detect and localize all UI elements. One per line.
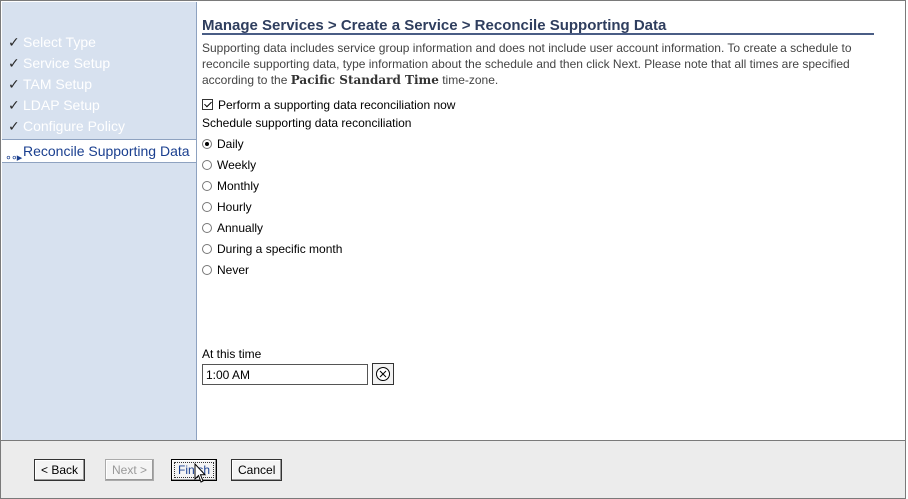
radio-option-annually[interactable]: Annually [202,217,902,238]
step-label: LDAP Setup [23,97,100,113]
page-description: Supporting data includes service group i… [202,40,902,88]
checkmark-icon: ✓ [8,118,20,134]
perform-now-checkbox[interactable] [202,99,213,110]
radio-button[interactable] [202,243,212,254]
checkmark-icon: ✓ [8,76,20,92]
step-label: Service Setup [23,55,111,71]
time-input[interactable] [202,364,368,385]
perform-now-row[interactable]: Perform a supporting data reconciliation… [202,94,902,115]
back-button[interactable]: < Back [34,459,86,481]
wizard-step-nav: ✓ Select Type ✓ Service Setup ✓ TAM Setu… [2,2,197,440]
radio-option-daily[interactable]: Daily [202,133,902,154]
wizard-frame: ✓ Select Type ✓ Service Setup ✓ TAM Setu… [0,0,906,440]
description-suffix: time-zone. [438,73,499,87]
time-label: At this time [202,347,262,361]
timezone-name: Pacific Standard Time [290,73,439,87]
step-service-setup[interactable]: ✓ Service Setup [2,53,196,74]
time-picker-button[interactable] [372,363,394,385]
radio-label: Hourly [217,199,252,214]
checkmark-icon: ✓ [8,55,20,71]
cancel-button[interactable]: Cancel [231,459,283,481]
current-step-arrow-icon: ∘∘▸ [5,152,22,164]
radio-button[interactable] [202,264,212,275]
perform-now-label: Perform a supporting data reconciliation… [218,97,456,112]
step-select-type[interactable]: ✓ Select Type [2,32,196,53]
wizard-button-bar: < Back Next > Finish Cancel [0,440,906,499]
radio-label: Never [217,262,250,277]
radio-label: Daily [217,136,244,151]
step-label: Select Type [23,34,96,50]
checkmark-icon: ✓ [8,97,20,113]
schedule-heading: Schedule supporting data reconciliation [202,116,412,130]
current-step-label: Reconcile Supporting Data [23,143,190,159]
radio-option-weekly[interactable]: Weekly [202,154,902,175]
radio-button[interactable] [202,159,212,170]
mouse-pointer-icon [194,463,207,483]
radio-option-hourly[interactable]: Hourly [202,196,902,217]
main-content: Manage Services > Create a Service > Rec… [202,1,902,385]
radio-button[interactable] [202,138,212,149]
step-reconcile-supporting-data[interactable]: ∘∘▸ Reconcile Supporting Data [2,139,196,164]
radio-button[interactable] [202,201,212,212]
clock-icon [376,367,390,381]
step-configure-policy[interactable]: ✓ Configure Policy [2,116,196,137]
radio-label: During a specific month [217,241,343,256]
radio-button[interactable] [202,180,212,191]
step-label: TAM Setup [23,76,92,92]
step-label: Configure Policy [23,118,125,134]
radio-label: Annually [217,220,264,235]
radio-option-never[interactable]: Never [202,259,902,280]
step-ldap-setup[interactable]: ✓ LDAP Setup [2,95,196,116]
step-tam-setup[interactable]: ✓ TAM Setup [2,74,196,95]
radio-option-monthly[interactable]: Monthly [202,175,902,196]
completed-steps: ✓ Select Type ✓ Service Setup ✓ TAM Setu… [2,2,196,137]
next-button[interactable]: Next > [105,459,155,481]
schedule-radio-group: Daily Weekly Monthly Hourly Annually Dur… [202,133,902,280]
page-title: Manage Services > Create a Service > Rec… [202,1,874,35]
checkmark-icon: ✓ [8,34,20,50]
radio-label: Weekly [217,157,257,172]
radio-button[interactable] [202,222,212,233]
radio-label: Monthly [217,178,260,193]
radio-option-specific-month[interactable]: During a specific month [202,238,902,259]
